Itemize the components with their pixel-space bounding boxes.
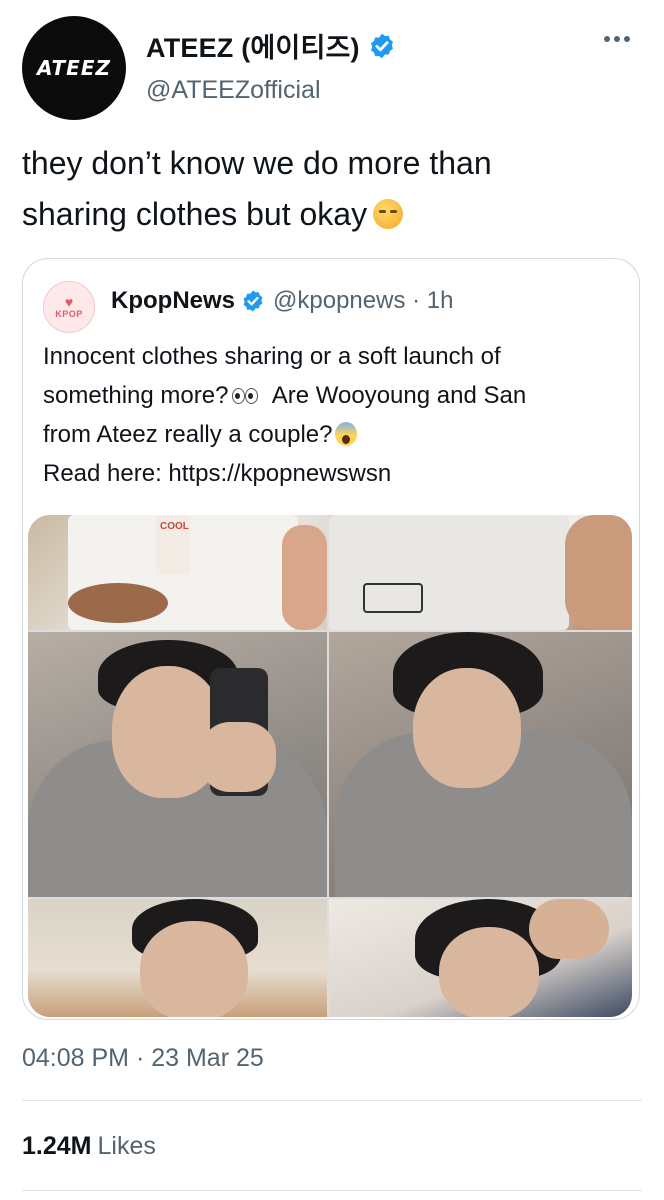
quoted-text: Innocent clothes sharing or a soft launc… [43, 337, 623, 493]
tweet-text-line: sharing clothes but okay [22, 196, 368, 232]
arm [565, 515, 632, 630]
quoted-text-line-2: something more? Are Wooyoung and San [43, 376, 623, 415]
author-name-row[interactable]: ATEEZ (에이티즈) [146, 26, 396, 65]
quoted-link-line[interactable]: Read here: https://kpopnewswsn [43, 454, 623, 493]
author-display-name[interactable]: ATEEZ (에이티즈) [146, 26, 360, 65]
likes-count: 1.24M [22, 1132, 92, 1160]
eyes-emoji-icon [232, 376, 259, 415]
more-options-icon[interactable] [604, 36, 630, 42]
unamused-face-icon [373, 199, 404, 229]
divider [22, 1190, 642, 1191]
quoted-text-line: Are Wooyoung and San [271, 382, 527, 409]
photo-6[interactable] [329, 899, 632, 1017]
quoted-avatar-text: KPOP [55, 309, 83, 319]
face [140, 921, 248, 1017]
quoted-text-line: from Ateez really a couple? [43, 421, 333, 448]
tweet-text: they don’t know we do more than sharing … [22, 138, 642, 240]
hand [529, 899, 609, 959]
face [413, 668, 521, 788]
dot [604, 36, 610, 42]
author-handle[interactable]: @ATEEZofficial [146, 76, 321, 105]
quoted-avatar[interactable]: ♥ KPOP [43, 281, 95, 333]
tweet-text-line-2: sharing clothes but okay [22, 189, 642, 240]
quoted-text-line-3: from Ateez really a couple? [43, 415, 623, 454]
photo-4[interactable] [329, 632, 632, 897]
snack-bowl [68, 583, 168, 623]
cup-text: COOL [160, 521, 189, 532]
screaming-face-icon [334, 422, 357, 446]
quoted-header: KpopNews @kpopnews · 1h [111, 287, 453, 315]
quoted-author-name[interactable]: KpopNews [111, 287, 235, 315]
divider [22, 1100, 642, 1101]
shirt-logo [363, 583, 423, 613]
avatar-logo-text: ATEEZ [36, 56, 112, 80]
hand [200, 722, 276, 792]
drink-cup: COOL [156, 515, 190, 575]
verified-badge-icon [243, 290, 263, 312]
photo-3[interactable] [28, 632, 327, 897]
verified-badge-icon [370, 33, 393, 58]
photo-2[interactable] [329, 515, 632, 630]
likes-stat[interactable]: 1.24M Likes [22, 1132, 156, 1161]
tweet-timestamp[interactable]: 04:08 PM · 23 Mar 25 [22, 1044, 264, 1073]
tweet-text-line: they don’t know we do more than [22, 145, 492, 181]
arm [282, 525, 327, 630]
photo-5[interactable] [28, 899, 327, 1017]
dot [624, 36, 630, 42]
photo-collage[interactable]: COOL [28, 515, 632, 1017]
quoted-text-line: Innocent clothes sharing or a soft launc… [43, 343, 501, 370]
quoted-handle-time: @kpopnews · 1h [273, 287, 454, 314]
quoted-tweet-card[interactable]: ♥ KPOP KpopNews @kpopnews · 1h Innocent … [22, 258, 640, 1020]
face [439, 927, 539, 1017]
profile-avatar[interactable]: ATEEZ [22, 16, 126, 120]
photo-1[interactable]: COOL [28, 515, 327, 630]
likes-label: Likes [97, 1132, 156, 1160]
heart-logo-icon: ♥ [64, 294, 74, 310]
dot [614, 36, 620, 42]
quoted-text-line: something more? [43, 382, 229, 409]
